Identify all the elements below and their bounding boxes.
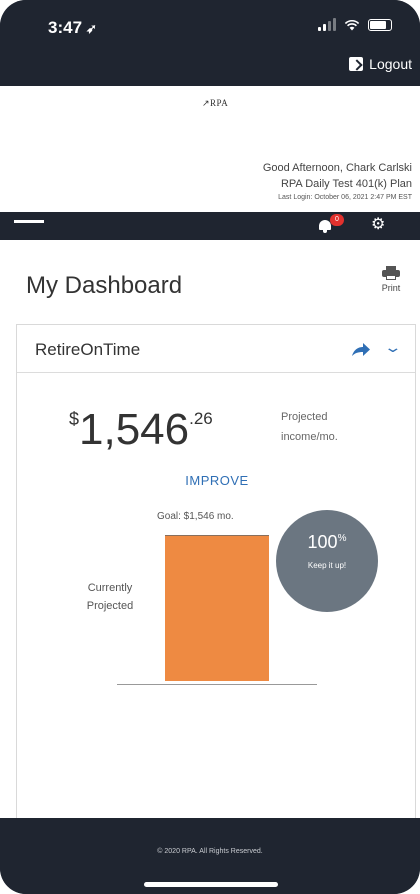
logout-button[interactable]: Logout — [349, 56, 412, 72]
gear-icon[interactable]: ⚙ — [371, 217, 385, 233]
status-time: 3:47 ➶ — [48, 18, 97, 38]
notification-badge: 0 — [330, 214, 344, 226]
amount-whole: 1,546 — [79, 405, 190, 454]
user-greeting: Good Afternoon, Chark Carlski RPA Daily … — [263, 160, 412, 204]
print-label: Print — [381, 283, 401, 293]
retire-on-time-card: RetireOnTime ⌄ $1,546.26 Projected incom… — [16, 324, 416, 818]
logout-label: Logout — [369, 56, 412, 72]
greeting-text: Good Afternoon, Chark Carlski — [262, 162, 412, 174]
improve-link[interactable]: IMPROVE — [17, 473, 417, 488]
copyright: © 2020 RPA. All Rights Reserved. — [157, 848, 263, 855]
card-header: RetireOnTime ⌄ — [17, 325, 415, 373]
header: ↗RPA Good Afternoon, Chark Carlski RPA D… — [0, 86, 420, 212]
projected-income-label: Projected income/mo. — [281, 407, 381, 447]
status-indicators — [318, 18, 392, 31]
home-indicator[interactable] — [144, 882, 278, 887]
nav-bar: 0 ⚙ — [0, 212, 420, 240]
signal-icon — [318, 18, 336, 31]
plan-name: RPA Daily Test 401(k) Plan — [280, 178, 412, 190]
printer-icon — [382, 266, 400, 280]
currency-symbol: $ — [69, 409, 80, 429]
amount-cents: .26 — [189, 409, 213, 428]
goal-label: Goal: $1,546 mo. — [157, 511, 234, 522]
clock: 3:47 — [48, 18, 83, 37]
rpa-logo: ↗RPA — [202, 98, 228, 109]
last-login: Last Login: October 06, 2021 2:47 PM EST — [278, 194, 412, 201]
projected-income-bar — [165, 535, 269, 681]
percent-value: 100 — [307, 532, 338, 552]
logo-swoosh-icon: ↗ — [202, 98, 211, 108]
footer: © 2020 RPA. All Rights Reserved. — [0, 818, 420, 894]
menu-icon[interactable] — [14, 220, 44, 223]
keep-it-up-label: Keep it up! — [307, 561, 347, 570]
chevron-down-icon[interactable]: ⌄ — [383, 339, 402, 356]
projected-label-line2: income/mo. — [281, 431, 338, 443]
status-bar: 3:47 ➶ — [0, 0, 420, 52]
page-title: My Dashboard — [26, 272, 183, 299]
projected-label-line1: Projected — [281, 411, 328, 423]
percent-of-goal: 100% — [276, 532, 378, 553]
battery-icon — [368, 18, 392, 31]
print-button[interactable]: Print — [376, 266, 406, 293]
chart-baseline — [117, 684, 317, 685]
location-arrow-icon: ➶ — [86, 21, 97, 36]
goal-progress-circle: 100% Keep it up! — [276, 510, 378, 612]
phone-screen: 3:47 ➶ Logout ↗RPA Good Afternoon, Chark … — [0, 0, 420, 894]
top-bar: Logout — [0, 52, 420, 86]
logo-text: RPA — [210, 98, 229, 108]
card-title: RetireOnTime — [35, 340, 141, 359]
projected-income-amount: $1,546.26 — [69, 405, 213, 455]
percent-sign: % — [337, 533, 347, 544]
wifi-icon — [344, 19, 360, 30]
logout-icon — [349, 57, 364, 71]
main-content: My Dashboard Print RetireOnTime ⌄ $1,546… — [0, 240, 420, 818]
share-arrow-icon[interactable] — [351, 343, 371, 357]
